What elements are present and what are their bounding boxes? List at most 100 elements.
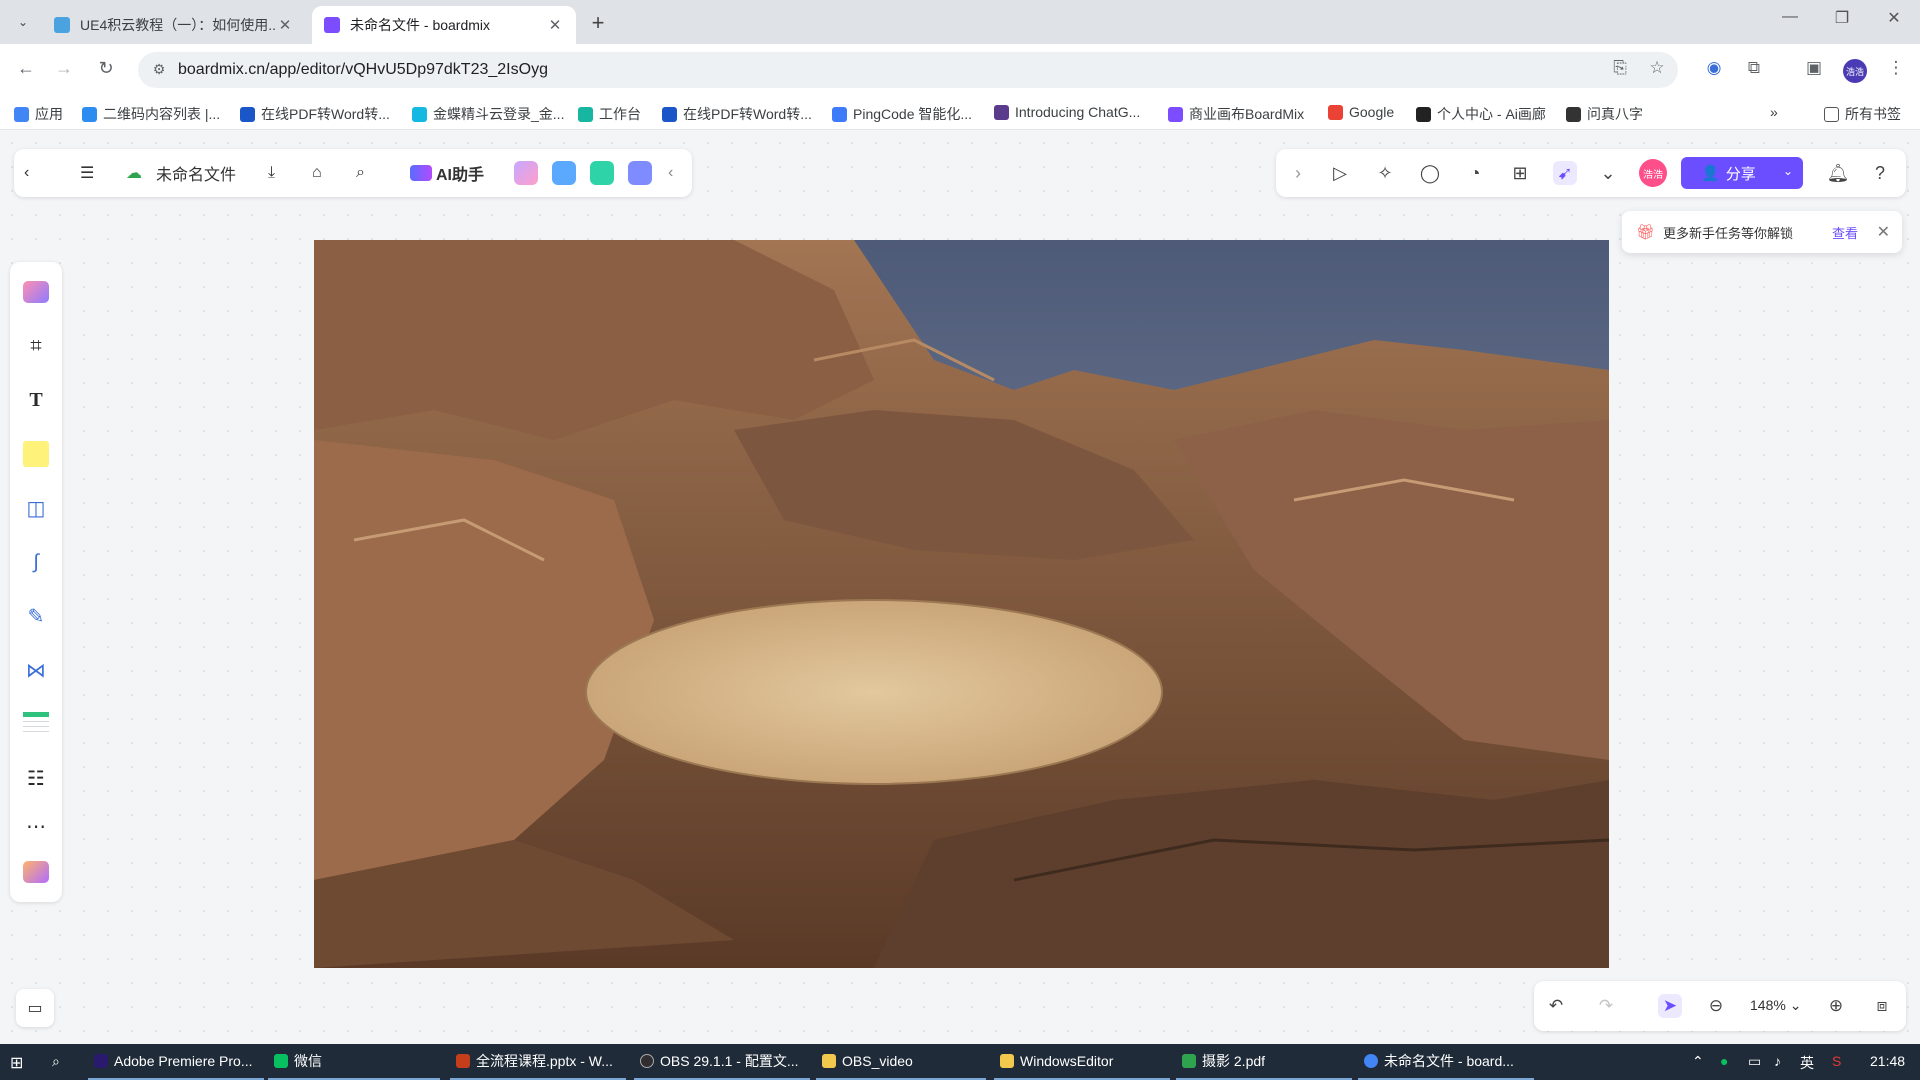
bookmark-item[interactable]: 应用: [14, 104, 63, 124]
main-menu-icon[interactable]: ☰: [80, 161, 94, 185]
mindmap-app-icon[interactable]: [590, 161, 614, 185]
text-list-icon[interactable]: ☷: [22, 764, 50, 792]
text-tool-icon[interactable]: T: [22, 386, 50, 414]
taskbar-app-powerpoint[interactable]: 全流程课程.pptx - W...: [450, 1044, 626, 1080]
tab-boardmix[interactable]: 未命名文件 - boardmix ✕: [312, 6, 576, 44]
book-view-icon[interactable]: ⧈: [1870, 994, 1894, 1018]
tray-ime-icon[interactable]: 英: [1800, 1053, 1814, 1073]
bookmarks-overflow-button[interactable]: »: [1770, 104, 1778, 120]
menu-kebab-icon[interactable]: ⋮: [1884, 58, 1908, 82]
collapse-chevron-icon[interactable]: ‹: [668, 161, 673, 185]
forward-icon[interactable]: →: [52, 58, 76, 79]
tray-antivirus-icon[interactable]: S: [1832, 1053, 1841, 1069]
share-dropdown-icon[interactable]: ⌄: [1783, 164, 1793, 178]
bookmark-item[interactable]: Google: [1328, 104, 1394, 120]
connector-tool-icon[interactable]: ∫: [22, 548, 50, 576]
sticky-note-icon[interactable]: [22, 440, 50, 468]
taskbar-app-pdf[interactable]: 摄影 2.pdf: [1176, 1044, 1352, 1080]
user-avatar[interactable]: 浩浩: [1639, 159, 1667, 187]
tray-expand-icon[interactable]: ⌃: [1692, 1053, 1704, 1070]
taskbar-app-obs[interactable]: OBS 29.1.1 - 配置文...: [634, 1044, 810, 1080]
side-panel-icon[interactable]: ▣: [1802, 58, 1826, 82]
translate-extension-icon[interactable]: ◉: [1702, 58, 1726, 82]
zoom-level-dropdown[interactable]: 148% ⌄: [1750, 997, 1801, 1014]
zoom-in-icon[interactable]: ⊕: [1824, 994, 1848, 1018]
install-app-icon[interactable]: ⎘: [1608, 58, 1632, 82]
notification-bell-icon[interactable]: 🔔︎: [1826, 161, 1850, 185]
bookmark-item[interactable]: 问真八字: [1566, 104, 1643, 124]
taskbar-search-icon[interactable]: ⌕: [52, 1053, 60, 1070]
site-info-icon[interactable]: ⚙: [150, 61, 168, 79]
export-icon[interactable]: ⤓: [268, 161, 275, 185]
frame-tool-icon[interactable]: ⌗: [22, 332, 50, 360]
tray-clock[interactable]: 21:48: [1870, 1053, 1905, 1069]
app-store-icon[interactable]: [22, 858, 50, 886]
tag-icon[interactable]: ⌂: [312, 161, 322, 185]
address-bar[interactable]: ⚙ boardmix.cn/app/editor/vQHvU5Dp97dkT23…: [138, 52, 1678, 88]
help-icon[interactable]: ?: [1868, 161, 1892, 185]
back-arrow-icon[interactable]: ‹: [24, 161, 29, 185]
follow-cursor-icon[interactable]: ➹: [1553, 161, 1577, 185]
file-name[interactable]: 未命名文件: [156, 161, 236, 185]
zoom-out-icon[interactable]: ⊖: [1704, 994, 1728, 1018]
bookmark-item[interactable]: Introducing ChatG...: [994, 104, 1140, 120]
shapes-tool-icon[interactable]: ◫: [22, 494, 50, 522]
select-cursor-icon[interactable]: ➤: [1658, 994, 1682, 1018]
reactions-icon[interactable]: ✧: [1373, 161, 1397, 185]
bookmark-item[interactable]: 在线PDF转Word转...: [240, 104, 390, 124]
tab-close-icon[interactable]: ✕: [276, 16, 294, 34]
tab-search-icon[interactable]: ⌄: [12, 11, 34, 33]
taskbar-app-premiere[interactable]: Adobe Premiere Pro...: [88, 1044, 264, 1080]
share-button[interactable]: 👤 分享 ⌄: [1681, 157, 1803, 189]
tray-network-icon[interactable]: ▭: [1748, 1053, 1761, 1070]
toast-view-link[interactable]: 查看: [1832, 223, 1858, 242]
taskbar-folder-obs-video[interactable]: OBS_video: [816, 1044, 986, 1080]
minimize-icon[interactable]: —: [1770, 8, 1810, 26]
extensions-icon[interactable]: ⧉: [1742, 58, 1766, 82]
tray-volume-icon[interactable]: ♪: [1774, 1053, 1781, 1069]
taskbar-app-chrome[interactable]: 未命名文件 - board...: [1358, 1044, 1534, 1080]
bookmark-item[interactable]: 在线PDF转Word转...: [662, 104, 812, 124]
image-gen-app-icon[interactable]: [514, 161, 538, 185]
bookmark-item[interactable]: 个人中心 - Ai画廊: [1416, 104, 1546, 124]
toast-close-icon[interactable]: ✕: [1877, 222, 1890, 242]
chat-app-icon[interactable]: [628, 161, 652, 185]
more-down-icon[interactable]: ⌄: [1596, 161, 1620, 185]
minimap-toggle-icon[interactable]: ▭: [16, 989, 54, 1027]
more-tools-icon[interactable]: ⋯: [22, 812, 50, 840]
pen-tool-icon[interactable]: ✎: [22, 602, 50, 630]
search-icon[interactable]: ⌕: [356, 161, 365, 185]
bookmark-item[interactable]: PingCode 智能化...: [832, 104, 972, 124]
ppt-app-icon[interactable]: [552, 161, 576, 185]
canvas-image-desert-rocks[interactable]: [314, 240, 1609, 968]
taskbar-app-wechat[interactable]: 微信: [268, 1044, 440, 1080]
back-icon[interactable]: ←: [14, 58, 38, 79]
vote-icon[interactable]: ⊞: [1508, 161, 1532, 185]
expand-chevron-icon[interactable]: ›: [1286, 161, 1310, 185]
close-window-icon[interactable]: ✕: [1874, 8, 1914, 28]
tab-close-icon[interactable]: ✕: [546, 16, 564, 34]
tray-wechat-icon[interactable]: ●: [1720, 1053, 1728, 1069]
bookmark-star-icon[interactable]: ☆: [1645, 58, 1669, 82]
restore-icon[interactable]: ❐: [1822, 8, 1862, 28]
all-bookmarks-button[interactable]: 所有书签: [1824, 104, 1901, 124]
mindmap-tool-icon[interactable]: ⋈: [22, 656, 50, 684]
templates-icon[interactable]: [22, 278, 50, 306]
ai-assistant-button[interactable]: AI助手: [410, 161, 484, 185]
bookmark-item[interactable]: 金蝶精斗云登录_金...: [412, 104, 564, 124]
undo-icon[interactable]: ↶: [1544, 994, 1568, 1018]
present-play-icon[interactable]: ▷: [1328, 161, 1352, 185]
bookmark-item[interactable]: 工作台: [578, 104, 641, 124]
reload-icon[interactable]: ↻: [94, 58, 118, 79]
redo-icon[interactable]: ↷: [1594, 994, 1618, 1018]
bookmark-item[interactable]: 商业画布BoardMix: [1168, 104, 1304, 124]
new-tab-button[interactable]: +: [586, 10, 610, 36]
profile-avatar[interactable]: 浩浩: [1843, 59, 1867, 83]
bookmark-item[interactable]: 二维码内容列表 |...: [82, 104, 220, 124]
windows-start-icon[interactable]: ⊞: [10, 1053, 28, 1072]
boardmix-canvas[interactable]: ‹ ☰ ☁ 未命名文件 ⤓ ⌂ ⌕ AI助手 ‹ › ▷ ✧ ◯ ◔ ⊞ ➹ ⌄…: [0, 131, 1920, 1044]
taskbar-folder-windowseditor[interactable]: WindowsEditor: [994, 1044, 1170, 1080]
tab-ue4-tutorial[interactable]: UE4积云教程（一）：如何使用... ✕: [42, 6, 306, 44]
comment-icon[interactable]: ◯: [1418, 161, 1442, 185]
table-tool-icon[interactable]: [22, 710, 50, 738]
